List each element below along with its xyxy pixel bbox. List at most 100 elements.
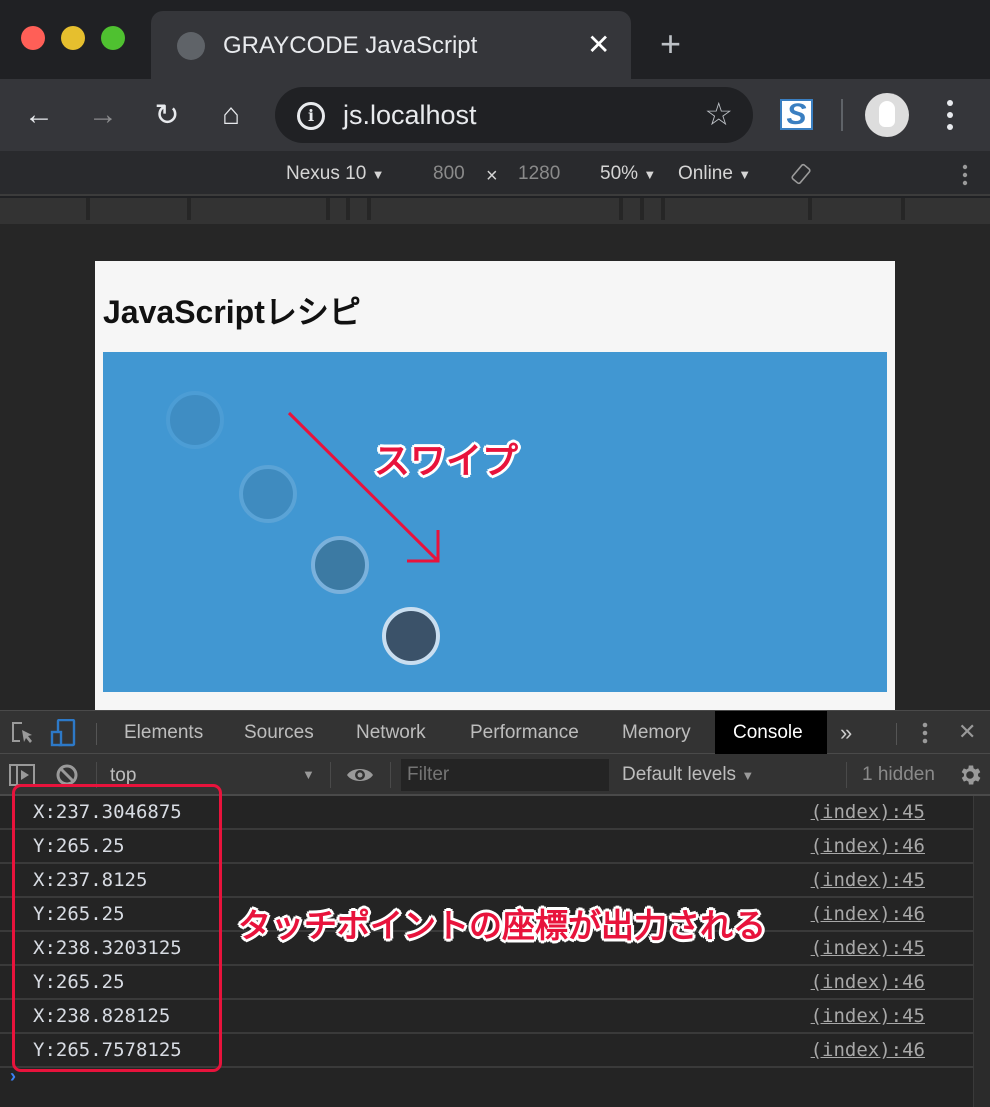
- times-icon: ×: [486, 165, 498, 187]
- settings-gear-icon[interactable]: [957, 762, 983, 793]
- highlight-box: [12, 784, 222, 1072]
- ruler-tick: [326, 198, 330, 220]
- device-name: Nexus 10: [286, 163, 367, 184]
- devtools-menu-icon[interactable]: [919, 722, 931, 749]
- close-window-button[interactable]: [21, 26, 45, 50]
- height-input[interactable]: 1280: [518, 163, 560, 185]
- log-levels-value: Default levels: [622, 764, 737, 785]
- ruler-tick: [86, 198, 90, 220]
- arrow-left-icon: ←: [24, 98, 54, 131]
- page-title: JavaScriptレシピ: [103, 294, 361, 330]
- ruler-tick: [187, 198, 191, 220]
- emulated-page: JavaScriptレシピ スワイプ: [95, 261, 895, 710]
- eye-icon[interactable]: [345, 764, 375, 791]
- info-icon[interactable]: i: [297, 102, 325, 130]
- device-toolbar-menu[interactable]: [958, 164, 972, 192]
- ruler-tick: [346, 198, 350, 220]
- tab-divider: [896, 723, 897, 745]
- globe-icon: [177, 32, 205, 60]
- menu-dot: [947, 100, 953, 106]
- ruler-tick: [640, 198, 644, 220]
- device-toolbar: Nexus 10 ▼ 800 × 1280 50% ▼ Online ▼: [0, 151, 990, 196]
- dropdown-arrow-icon: ▼: [302, 767, 315, 782]
- console-scrollbar[interactable]: [973, 796, 990, 1107]
- dropdown-arrow-icon: ▼: [738, 167, 752, 182]
- tab-title: GRAYCODE JavaScript: [223, 32, 478, 59]
- log-source-link[interactable]: (index):46: [811, 971, 925, 993]
- hidden-count: 1 hidden: [862, 764, 935, 785]
- reload-icon: ↻: [154, 98, 180, 132]
- ruler-tick: [901, 198, 905, 220]
- annotation-text: タッチポイントの座標が出力される: [238, 907, 766, 944]
- dropdown-arrow-icon: ▼: [643, 167, 657, 182]
- throttle-select[interactable]: Online ▼: [678, 163, 751, 185]
- extension-icon[interactable]: S: [780, 99, 813, 130]
- filter-divider: [846, 762, 847, 788]
- filter-input[interactable]: [401, 759, 609, 791]
- ruler-tick: [661, 198, 665, 220]
- profile-avatar[interactable]: [865, 93, 909, 137]
- reload-button[interactable]: ↻: [147, 95, 187, 135]
- swipe-area[interactable]: スワイプ: [103, 352, 887, 692]
- menu-dot: [947, 112, 953, 118]
- address-bar[interactable]: i js.localhost ☆: [275, 87, 753, 143]
- touch-point-2: [239, 465, 297, 523]
- zoom-value: 50%: [600, 163, 639, 184]
- log-source-link[interactable]: (index):45: [811, 869, 925, 891]
- width-input[interactable]: 800: [433, 163, 465, 185]
- home-icon: ⌂: [221, 98, 241, 131]
- person-icon: [879, 101, 895, 127]
- menu-dot: [947, 124, 953, 130]
- tab-console[interactable]: Console: [715, 711, 827, 754]
- tab-performance[interactable]: Performance: [452, 711, 597, 754]
- tab-sources[interactable]: Sources: [226, 711, 332, 754]
- log-source-link[interactable]: (index):45: [811, 937, 925, 959]
- filter-divider: [390, 762, 391, 788]
- devtools-tab-bar: Elements Sources Network Performance Mem…: [0, 710, 990, 754]
- new-tab-button[interactable]: +: [660, 24, 681, 64]
- dropdown-arrow-icon: ▼: [741, 768, 755, 783]
- minimize-window-button[interactable]: [61, 26, 85, 50]
- tab-elements[interactable]: Elements: [106, 711, 221, 754]
- browser-toolbar: ← → ↻ ⌂ i js.localhost ☆ S: [0, 79, 990, 151]
- log-source-link[interactable]: (index):46: [811, 1039, 925, 1061]
- maximize-window-button[interactable]: [101, 26, 125, 50]
- more-tabs-icon[interactable]: »: [822, 711, 870, 754]
- home-button[interactable]: ⌂: [211, 95, 251, 135]
- back-button[interactable]: ←: [19, 95, 59, 135]
- tab-network[interactable]: Network: [338, 711, 444, 754]
- touch-point-4: [382, 607, 440, 665]
- zoom-select[interactable]: 50% ▼: [600, 163, 656, 185]
- url-text[interactable]: js.localhost: [343, 100, 477, 131]
- media-query-ruler: [0, 198, 990, 224]
- device-select[interactable]: Nexus 10 ▼: [286, 163, 384, 185]
- throttle-value: Online: [678, 163, 733, 184]
- ruler-tick: [619, 198, 623, 220]
- close-devtools-icon[interactable]: ✕: [958, 719, 976, 745]
- tab-memory[interactable]: Memory: [604, 711, 709, 754]
- browser-tab[interactable]: GRAYCODE JavaScript ✕: [151, 11, 631, 79]
- log-levels-select[interactable]: Default levels ▼: [622, 764, 754, 786]
- device-toggle-icon[interactable]: [50, 718, 76, 752]
- log-source-link[interactable]: (index):46: [811, 903, 925, 925]
- filter-divider: [330, 762, 331, 788]
- bookmark-star-icon[interactable]: ☆: [704, 95, 733, 133]
- inspect-element-icon[interactable]: [10, 721, 36, 750]
- toolbar-divider: [841, 99, 843, 131]
- touch-point-1: [166, 391, 224, 449]
- touch-point-3: [311, 536, 369, 594]
- window-titlebar: GRAYCODE JavaScript ✕ +: [0, 0, 990, 79]
- dropdown-arrow-icon: ▼: [371, 167, 385, 182]
- log-source-link[interactable]: (index):45: [811, 801, 925, 823]
- swipe-label: スワイプ: [374, 440, 519, 481]
- browser-menu-button[interactable]: [938, 97, 962, 133]
- close-tab-icon[interactable]: ✕: [587, 28, 610, 61]
- log-source-link[interactable]: (index):45: [811, 1005, 925, 1027]
- tab-divider: [96, 723, 97, 745]
- ruler-tick: [367, 198, 371, 220]
- log-source-link[interactable]: (index):46: [811, 835, 925, 857]
- forward-button[interactable]: →: [83, 95, 123, 135]
- rotate-icon[interactable]: [789, 162, 813, 192]
- ruler-tick: [808, 198, 812, 220]
- arrow-right-icon: →: [88, 98, 118, 131]
